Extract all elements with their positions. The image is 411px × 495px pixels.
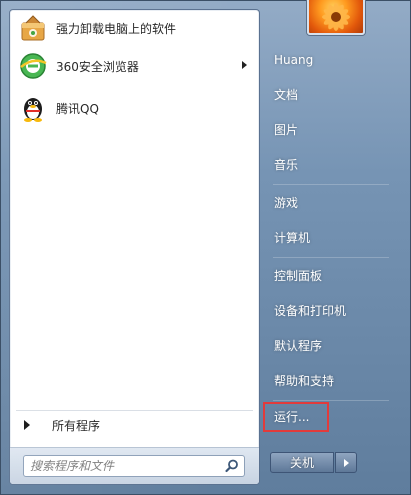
menu-documents[interactable]: 文档 [266,81,392,109]
submenu-arrow-icon[interactable] [242,61,247,69]
menu-default-programs[interactable]: 默认程序 [266,332,392,360]
program-item-uninstall[interactable]: 强力卸载电脑上的软件 [14,10,255,46]
programs-panel: 强力卸载电脑上的软件 360安全浏览器 腾讯QQ 所有程序 搜索程序和文件 [9,9,260,485]
right-divider [273,184,389,185]
run-highlight-box [263,402,329,432]
all-programs-label: 所有程序 [52,418,101,433]
menu-music[interactable]: 音乐 [266,151,392,179]
search-input[interactable] [30,457,215,475]
right-divider [273,400,389,401]
browser-360-icon [20,53,47,79]
program-label: 腾讯QQ [56,101,99,116]
menu-control-panel[interactable]: 控制面板 [266,262,392,290]
program-item-qq[interactable]: 腾讯QQ [14,90,255,126]
shutdown-button[interactable]: 关机 [270,452,334,473]
start-menu: 强力卸载电脑上的软件 360安全浏览器 腾讯QQ 所有程序 搜索程序和文件 Hu… [0,0,411,495]
chevron-right-icon [344,459,349,467]
all-programs-button[interactable]: 所有程序 [14,412,255,438]
flower-icon [322,3,350,31]
search-bar [10,447,259,484]
search-icon[interactable] [224,458,240,474]
divider [16,410,253,411]
program-label: 360安全浏览器 [56,59,139,74]
program-item-360-browser[interactable]: 360安全浏览器 [14,48,255,84]
program-label: 强力卸载电脑上的软件 [56,21,177,36]
menu-games[interactable]: 游戏 [266,189,392,217]
right-divider [273,257,389,258]
qq-penguin-icon [24,98,42,122]
menu-devices-printers[interactable]: 设备和打印机 [266,297,392,325]
menu-user-huang[interactable]: Huang [266,46,392,74]
menu-pictures[interactable]: 图片 [266,116,392,144]
uninstall-box-icon [21,15,45,41]
menu-computer[interactable]: 计算机 [266,224,392,252]
menu-help-support[interactable]: 帮助和支持 [266,367,392,395]
shutdown-options-button[interactable] [335,452,357,473]
expand-arrow-icon [24,420,30,430]
search-box[interactable] [23,455,245,477]
user-avatar[interactable] [307,0,365,35]
